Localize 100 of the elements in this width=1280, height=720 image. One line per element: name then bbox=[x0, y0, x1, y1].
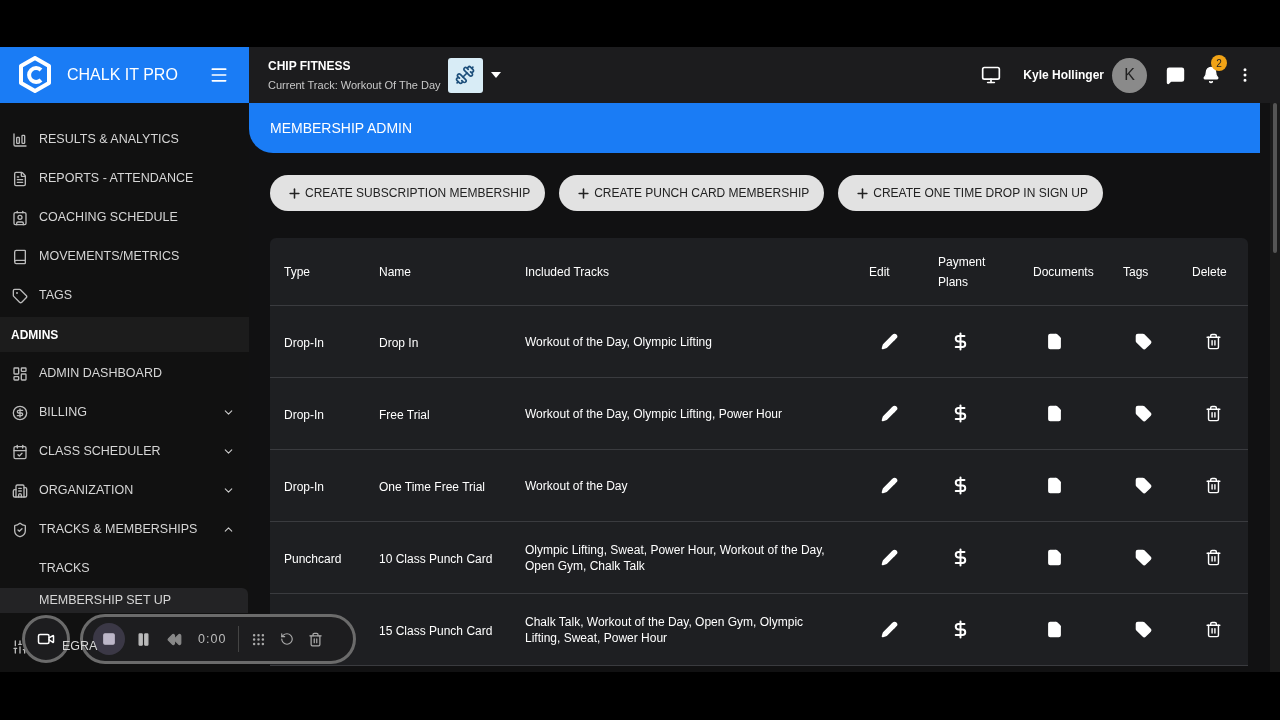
document-icon bbox=[12, 170, 28, 187]
pencil-button[interactable] bbox=[881, 477, 898, 494]
document-button[interactable] bbox=[1045, 549, 1063, 566]
sliders-icon bbox=[12, 638, 28, 655]
tag-button[interactable] bbox=[1135, 477, 1152, 494]
table-cell: Drop-In bbox=[284, 479, 324, 494]
pencil-button[interactable] bbox=[881, 405, 898, 422]
trash-button[interactable] bbox=[1204, 333, 1222, 350]
pencil-icon bbox=[881, 405, 898, 422]
dumbbell-icon bbox=[455, 65, 476, 85]
trash-button[interactable] bbox=[1204, 621, 1222, 638]
tag-icon bbox=[1135, 621, 1152, 638]
column-header: Payment Plans bbox=[937, 253, 987, 291]
tag-icon bbox=[1135, 333, 1152, 350]
document-icon bbox=[1045, 405, 1063, 422]
current-track: Current Track: Workout Of The Day bbox=[268, 77, 441, 93]
chart-icon bbox=[12, 131, 28, 148]
document-button[interactable] bbox=[1045, 477, 1063, 494]
trash-icon bbox=[1204, 405, 1222, 422]
create-button[interactable]: CREATE PUNCH CARD MEMBERSHIP bbox=[559, 175, 825, 211]
create-button[interactable]: CREATE ONE TIME DROP IN SIGN UP bbox=[838, 175, 1103, 211]
column-header: Type bbox=[283, 263, 311, 281]
column-header: Documents bbox=[1032, 263, 1095, 281]
sidebar-item[interactable]: COACHING SCHEDULE bbox=[0, 198, 249, 237]
sidebar-item[interactable]: REPORTS - ATTENDANCE bbox=[0, 159, 249, 198]
monitor-icon[interactable] bbox=[981, 65, 1002, 85]
tag-icon bbox=[12, 287, 28, 304]
tag-button[interactable] bbox=[1135, 405, 1152, 422]
stop-icon bbox=[102, 632, 116, 646]
table-cell: Free Trial bbox=[379, 407, 430, 422]
sidebar-item[interactable]: RESULTS & ANALYTICS bbox=[0, 120, 249, 159]
sidebar-item[interactable]: ADMIN DASHBOARD bbox=[0, 354, 249, 393]
pencil-icon bbox=[881, 477, 898, 494]
logo-icon bbox=[18, 56, 52, 94]
dollar-icon bbox=[12, 404, 28, 421]
trash-icon bbox=[1204, 549, 1222, 566]
document-icon bbox=[1045, 621, 1063, 638]
tag-button[interactable] bbox=[1135, 621, 1152, 638]
restart-icon[interactable] bbox=[280, 632, 295, 646]
document-icon bbox=[1045, 477, 1063, 494]
sidebar-item[interactable]: TRACKS bbox=[0, 549, 249, 588]
sidebar-item[interactable]: MOVEMENTS/METRICS bbox=[0, 237, 249, 276]
pencil-button[interactable] bbox=[881, 621, 898, 638]
tag-button[interactable] bbox=[1135, 333, 1152, 350]
caret-icon[interactable] bbox=[490, 72, 501, 78]
shield-icon bbox=[12, 521, 28, 538]
trash-icon[interactable] bbox=[308, 631, 324, 647]
document-button[interactable] bbox=[1045, 333, 1063, 350]
pencil-button[interactable] bbox=[881, 549, 898, 566]
contact-card-icon bbox=[12, 209, 28, 226]
section-heading: ADMINS bbox=[11, 326, 59, 344]
user-avatar[interactable]: K bbox=[1112, 57, 1147, 93]
menu-button[interactable] bbox=[209, 65, 229, 85]
column-header: Tags bbox=[1122, 263, 1150, 281]
table-cell: One Time Free Trial bbox=[379, 479, 486, 494]
tag-icon bbox=[1135, 549, 1152, 566]
pencil-button[interactable] bbox=[881, 333, 898, 350]
dashboard-icon bbox=[12, 365, 28, 382]
pencil-icon bbox=[881, 549, 898, 566]
tag-icon bbox=[1135, 477, 1152, 494]
table-cell: Drop-In bbox=[284, 407, 324, 422]
building-icon bbox=[12, 482, 28, 499]
create-button[interactable]: CREATE SUBSCRIPTION MEMBERSHIP bbox=[270, 175, 546, 211]
table-cell: Punchcard bbox=[284, 551, 342, 566]
table-cell: Drop-In bbox=[284, 335, 324, 350]
plus-icon bbox=[576, 185, 592, 201]
sidebar-item[interactable]: ORGANIZATION bbox=[0, 471, 249, 510]
sidebar-item[interactable]: BILLING bbox=[0, 393, 249, 432]
pencil-icon bbox=[881, 333, 898, 350]
sidebar-item[interactable]: CLASS SCHEDULER bbox=[0, 432, 249, 471]
document-icon bbox=[1045, 549, 1063, 566]
rewind-icon[interactable] bbox=[167, 631, 182, 647]
table-cell: 10 Class Punch Card bbox=[379, 551, 493, 566]
chat-icon[interactable] bbox=[1166, 65, 1185, 85]
sidebar-item[interactable]: EGRA bbox=[62, 637, 98, 656]
trash-icon bbox=[1204, 477, 1222, 494]
table-cell: Drop In bbox=[379, 335, 419, 350]
document-button[interactable] bbox=[1045, 405, 1063, 422]
column-header: Delete bbox=[1191, 263, 1228, 281]
tag-icon bbox=[1135, 405, 1152, 422]
pencil-icon bbox=[881, 621, 898, 638]
plus-icon bbox=[855, 185, 871, 201]
track-logo-button[interactable] bbox=[447, 57, 483, 93]
sidebar-item[interactable]: TAGS bbox=[0, 276, 249, 315]
user-name: Kyle Hollinger bbox=[1023, 67, 1104, 84]
notification-badge: 2 bbox=[1211, 55, 1227, 71]
tag-button[interactable] bbox=[1135, 549, 1152, 566]
grid-icon[interactable] bbox=[251, 631, 267, 647]
sidebar-item[interactable]: TRACKS & MEMBERSHIPS bbox=[0, 510, 249, 549]
trash-button[interactable] bbox=[1204, 549, 1222, 566]
document-button[interactable] bbox=[1045, 621, 1063, 638]
trash-button[interactable] bbox=[1204, 477, 1222, 494]
bell-icon[interactable] bbox=[1202, 66, 1220, 84]
brand-name: CHALK IT PRO bbox=[67, 65, 178, 85]
column-header: Name bbox=[378, 263, 412, 281]
pause-icon[interactable] bbox=[136, 631, 151, 647]
trash-button[interactable] bbox=[1204, 405, 1222, 422]
column-header: Edit bbox=[868, 263, 891, 281]
scrollbar[interactable] bbox=[1270, 103, 1280, 672]
sidebar-item[interactable]: MEMBERSHIP SET UP bbox=[0, 588, 248, 613]
